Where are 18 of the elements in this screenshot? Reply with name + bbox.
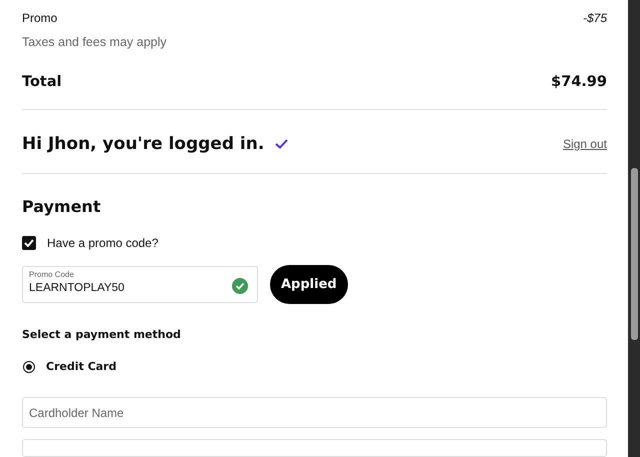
- payment-method-label[interactable]: Credit Card: [46, 360, 116, 373]
- taxes-note: Taxes and fees may apply: [22, 35, 168, 49]
- promo-code-field[interactable]: Promo Code LEARNTOPLAY50: [22, 266, 258, 303]
- input-field[interactable]: [22, 439, 607, 457]
- payment-method-heading: Select a payment method: [22, 328, 182, 341]
- promo-checkbox-label: Have a promo code?: [47, 236, 158, 250]
- cardholder-name-field[interactable]: Cardholder Name: [22, 397, 607, 428]
- scrollbar[interactable]: [628, 0, 640, 457]
- total-label: Total: [22, 74, 62, 90]
- radio-button[interactable]: [23, 360, 35, 372]
- promo-label: Promo: [22, 11, 58, 25]
- total-amount: $74.99: [551, 74, 607, 90]
- payment-heading: Payment: [22, 197, 102, 216]
- promo-amount: -$75: [582, 11, 607, 25]
- applied-button[interactable]: Applied: [270, 265, 348, 304]
- login-greeting: Hi Jhon, you're logged in.: [22, 134, 264, 154]
- sign-out-link[interactable]: Sign out: [562, 137, 607, 151]
- promo-checkbox[interactable]: [22, 236, 36, 250]
